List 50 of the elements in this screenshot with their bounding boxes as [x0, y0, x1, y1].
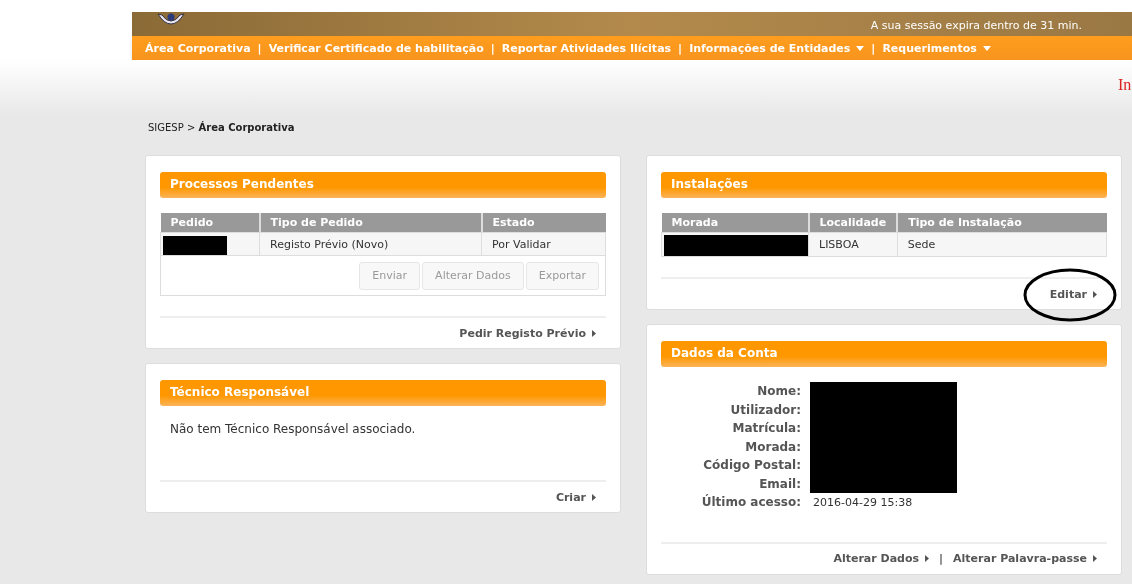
field-label: Matrícula: — [731, 421, 801, 436]
nav-separator: | — [678, 41, 683, 55]
panel-title: Processos Pendentes — [160, 172, 606, 198]
column-header: Pedido — [160, 213, 260, 233]
nav-separator: | — [490, 41, 495, 55]
arrow-icon — [592, 329, 596, 337]
nav-separator: | — [871, 41, 876, 55]
caret-icon — [982, 45, 991, 51]
nav-link[interactable]: Informações de Entidades — [689, 41, 865, 55]
field-label: Código Postal: — [702, 458, 801, 473]
cut-off-text: In — [1118, 76, 1132, 95]
table-cell: Registo Prévio (Novo) — [259, 232, 482, 256]
redaction-bar — [163, 235, 227, 255]
footer-link[interactable]: Alterar Palavra-passe — [953, 552, 1097, 565]
field-label: Utilizador: — [729, 402, 801, 417]
nav-link[interactable]: Requerimentos — [882, 41, 991, 55]
footer-link[interactable]: Pedir Registo Prévio — [459, 326, 596, 340]
column-header: Morada — [661, 213, 809, 233]
breadcrumb: SIGESP > Área Corporativa — [148, 122, 296, 133]
arrow-icon — [1093, 555, 1097, 562]
footer-link[interactable]: Criar — [555, 490, 596, 504]
nav-link[interactable]: Área Corporativa — [145, 41, 251, 55]
nav-separator: | — [257, 41, 262, 55]
arrow-icon — [592, 493, 596, 501]
nav-link[interactable]: Verificar Certificado de habilitação — [268, 41, 484, 55]
field-label: Morada: — [744, 439, 801, 454]
caret-icon — [856, 45, 865, 51]
panel-title: Instalações — [661, 172, 1107, 198]
footer-link[interactable]: Editar — [1049, 287, 1097, 301]
emblem-icon — [156, 12, 186, 26]
panel-title: Técnico Responsável — [160, 380, 606, 406]
session-notice: A sua sessão expira dentro de 31 min. — [870, 19, 1082, 34]
field-label: Nome: — [756, 384, 801, 399]
panel-title: Dados da Conta — [661, 341, 1107, 367]
empty-message: Não tem Técnico Responsável associado. — [170, 422, 417, 436]
table-cell: Por Validar — [481, 232, 606, 256]
field-label: Último acesso: — [700, 495, 801, 510]
arrow-icon — [925, 555, 930, 562]
table-cell: LISBOA — [808, 232, 898, 257]
field-label: Email: — [758, 476, 801, 491]
column-header: Tipo de Instalação — [897, 213, 1107, 233]
column-header: Tipo de Pedido — [259, 213, 482, 233]
footer-link[interactable]: Alterar Dados — [833, 552, 930, 565]
field-value: 2016-04-29 15:38 — [813, 495, 913, 509]
link-separator: | — [939, 552, 944, 565]
nav-link[interactable]: Reportar Atividades Ilícitas — [501, 41, 672, 55]
arrow-icon — [1093, 290, 1097, 298]
table-cell: Sede — [897, 232, 1107, 257]
column-header: Localidade — [808, 213, 898, 233]
column-header: Estado — [481, 213, 606, 233]
